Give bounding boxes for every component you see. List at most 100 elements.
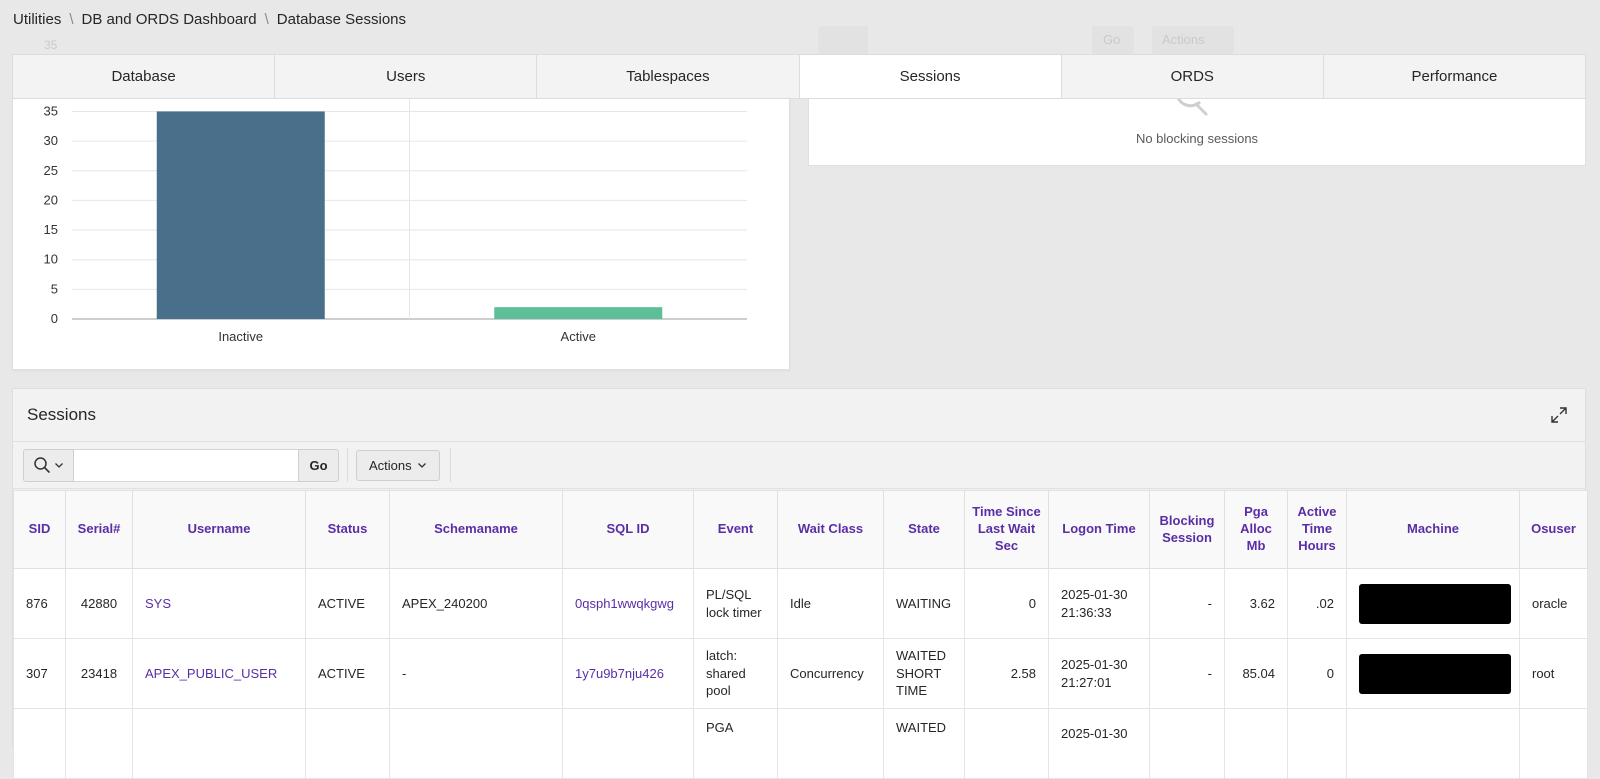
cell-osuser: root <box>1519 638 1588 709</box>
cell-wait-class: Idle <box>777 568 884 639</box>
cell-blocking-session: - <box>1149 568 1225 639</box>
column-header-sql-id[interactable]: SQL ID <box>562 490 694 569</box>
tab-users[interactable]: Users <box>275 55 538 98</box>
y-tick-label: 5 <box>51 281 58 296</box>
breadcrumb: Utilities \ DB and ORDS Dashboard \ Data… <box>13 11 406 28</box>
column-header-time-since-last-wait[interactable]: Time Since Last Wait Sec <box>964 490 1049 569</box>
cell-username: SYS <box>132 568 306 639</box>
column-header-sid[interactable]: SID <box>13 490 66 569</box>
y-tick-label: 30 <box>44 133 58 148</box>
column-header-username[interactable]: Username <box>132 490 306 569</box>
table-row: PGA WAITED 2025-01-30 <box>13 708 1588 779</box>
cell-wait-class <box>777 708 884 779</box>
y-tick-label: 15 <box>44 222 58 237</box>
username-link[interactable]: SYS <box>145 596 171 611</box>
y-tick-label: 0 <box>51 311 58 326</box>
column-header-blocking-session[interactable]: Blocking Session <box>1149 490 1225 569</box>
cell-osuser: oracle <box>1519 568 1588 639</box>
cell-active-time <box>1287 708 1347 779</box>
x-tick-label: Active <box>561 329 596 344</box>
column-header-serial[interactable]: Serial# <box>65 490 133 569</box>
table-row: 876 42880 SYS ACTIVE APEX_240200 0qsph1w… <box>13 568 1588 639</box>
cell-schemaname <box>389 708 563 779</box>
sessions-region: Sessions Go Actions SID Serial# Username… <box>12 388 1588 779</box>
cell-pga-alloc: 3.62 <box>1224 568 1288 639</box>
cell-logon-time: 2025-01-30 <box>1048 708 1150 779</box>
table-row: 307 23418 APEX_PUBLIC_USER ACTIVE - 1y7u… <box>13 638 1588 709</box>
column-header-osuser[interactable]: Osuser <box>1519 490 1588 569</box>
search-input[interactable] <box>74 448 299 482</box>
y-tick-label: 10 <box>44 252 58 267</box>
actions-label: Actions <box>369 457 412 473</box>
cell-active-time: .02 <box>1287 568 1347 639</box>
column-header-status[interactable]: Status <box>305 490 390 569</box>
no-blocking-message: No blocking sessions <box>1135 131 1259 146</box>
cell-machine <box>1346 708 1520 779</box>
search-icon <box>34 457 50 473</box>
cell-username <box>132 708 306 779</box>
cell-schemaname: APEX_240200 <box>389 568 563 639</box>
session-status-chart: 0 5 10 15 20 25 30 35 Inactive Active <box>44 99 747 344</box>
breadcrumb-separator: \ <box>69 11 74 28</box>
breadcrumb-separator: \ <box>264 11 269 28</box>
cell-status: ACTIVE <box>305 638 390 709</box>
cell-event: PL/SQL lock timer <box>693 568 778 639</box>
column-header-active-time[interactable]: Active Time Hours <box>1287 490 1347 569</box>
tab-performance[interactable]: Performance <box>1323 55 1586 98</box>
go-button[interactable]: Go <box>298 448 339 482</box>
bar-inactive <box>156 111 325 319</box>
breadcrumb-item-utilities[interactable]: Utilities <box>13 11 61 28</box>
cell-sql-id: 1y7u9b7nju426 <box>562 638 694 709</box>
cell-osuser <box>1519 708 1588 779</box>
cell-pga-alloc: 85.04 <box>1224 638 1288 709</box>
y-tick-label: 20 <box>44 192 58 207</box>
tab-database[interactable]: Database <box>13 55 276 98</box>
cell-blocking-session <box>1149 708 1225 779</box>
redacted-block <box>1359 583 1511 624</box>
cell-serial <box>65 708 133 779</box>
cell-machine <box>1346 638 1520 709</box>
cell-state: WAITED <box>883 708 965 779</box>
cell-active-time: 0 <box>1287 638 1347 709</box>
column-header-wait-class[interactable]: Wait Class <box>777 490 884 569</box>
breadcrumb-current: Database Sessions <box>276 11 407 28</box>
report-toolbar: Go Actions <box>13 442 1585 489</box>
background-search-button <box>818 26 868 54</box>
column-header-pga-alloc[interactable]: Pga Alloc Mb <box>1224 490 1288 569</box>
cell-state: WAITING <box>883 568 965 639</box>
background-actions-label: Actions <box>1162 32 1205 47</box>
tab-ords[interactable]: ORDS <box>1061 55 1324 98</box>
cell-status <box>305 708 390 779</box>
column-header-machine[interactable]: Machine <box>1346 490 1520 569</box>
tab-tablespaces[interactable]: Tablespaces <box>537 55 800 98</box>
maximize-button[interactable] <box>1547 403 1571 427</box>
cell-sql-id <box>562 708 694 779</box>
empty-search-icon <box>1176 98 1208 116</box>
dashboard-tabs: Database Users Tablespaces Sessions ORDS… <box>12 54 1586 99</box>
column-header-event[interactable]: Event <box>693 490 778 569</box>
bar-active <box>494 307 663 319</box>
column-header-schemaname[interactable]: Schemaname <box>389 490 563 569</box>
cell-time-since-last-wait <box>964 708 1049 779</box>
table-header-row: SID Serial# Username Status Schemaname S… <box>13 490 1588 569</box>
cell-wait-class: Concurrency <box>777 638 884 709</box>
sql-id-link[interactable]: 0qsph1wwqkgwg <box>575 596 674 611</box>
cell-serial: 42880 <box>65 568 133 639</box>
sql-id-link[interactable]: 1y7u9b7nju426 <box>575 666 664 681</box>
expand-icon <box>1551 407 1567 423</box>
tab-sessions[interactable]: Sessions <box>799 55 1062 98</box>
username-link[interactable]: APEX_PUBLIC_USER <box>145 666 277 681</box>
cell-username: APEX_PUBLIC_USER <box>132 638 306 709</box>
search-column-button[interactable] <box>23 448 74 482</box>
column-header-state[interactable]: State <box>883 490 965 569</box>
cell-pga-alloc <box>1224 708 1288 779</box>
cell-status: ACTIVE <box>305 568 390 639</box>
cell-logon-time: 2025-01-30 21:27:01 <box>1048 638 1150 709</box>
cell-sid <box>13 708 66 779</box>
actions-menu-button[interactable]: Actions <box>356 449 440 481</box>
redacted-block <box>1359 653 1511 694</box>
column-header-logon-time[interactable]: Logon Time <box>1048 490 1150 569</box>
cell-serial: 23418 <box>65 638 133 709</box>
breadcrumb-item-dashboard[interactable]: DB and ORDS Dashboard <box>82 11 257 28</box>
y-tick-label: 35 <box>44 103 58 118</box>
